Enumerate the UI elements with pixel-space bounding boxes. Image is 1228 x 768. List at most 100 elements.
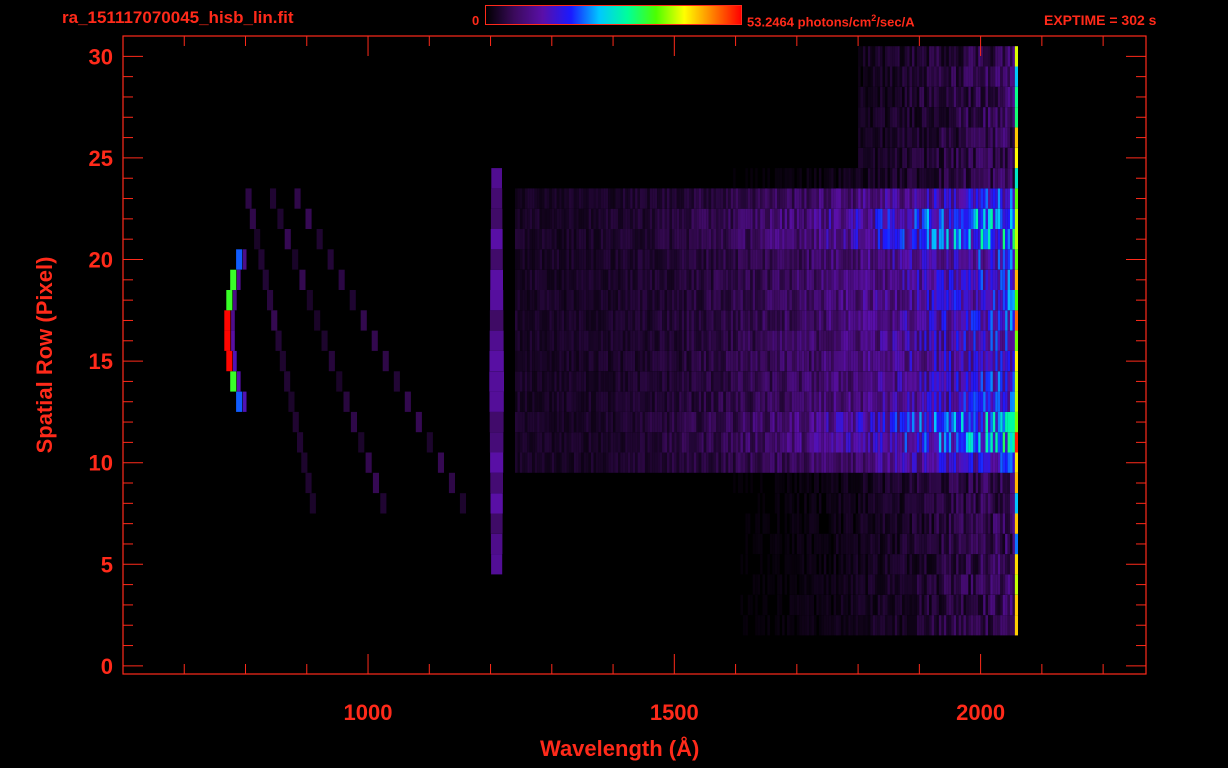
continuum-cell [595, 432, 599, 453]
continuum-cell [929, 147, 932, 169]
continuum-cell [892, 554, 895, 575]
continuum-cell [924, 269, 927, 290]
continuum-cell [809, 290, 812, 311]
continuum-cell [836, 290, 839, 311]
continuum-cell [958, 127, 962, 148]
continuum-cell [880, 615, 883, 636]
continuum-cell [696, 371, 699, 392]
continuum-cell [769, 188, 773, 209]
continuum-cell [995, 472, 998, 494]
edge-cell [1014, 168, 1018, 189]
continuum-cell [907, 615, 910, 636]
continuum-cell [988, 371, 991, 392]
continuum-cell [877, 533, 881, 555]
continuum-cell [973, 330, 976, 351]
continuum-cell [965, 147, 969, 169]
continuum-cell [894, 66, 898, 87]
continuum-cell [595, 290, 599, 311]
continuum-cell [735, 452, 739, 473]
continuum-cell [662, 249, 665, 270]
continuum-cell [542, 290, 545, 311]
continuum-cell [752, 371, 756, 392]
continuum-cell [941, 86, 944, 108]
continuum-cell [669, 432, 672, 453]
continuum-cell [880, 269, 883, 290]
continuum-cell [914, 554, 917, 575]
continuum-cell [995, 513, 998, 534]
continuum-cell [698, 229, 702, 250]
continuum-cell [615, 411, 618, 433]
continuum-cell [757, 188, 761, 209]
continuum-cell [755, 371, 758, 392]
continuum-cell [929, 493, 932, 514]
continuum-cell [515, 229, 518, 250]
continuum-cell [713, 269, 716, 290]
continuum-cell [735, 208, 739, 229]
continuum-cell [907, 533, 910, 555]
continuum-cell [909, 208, 912, 229]
continuum-cell [963, 594, 966, 616]
continuum-cell [838, 310, 841, 331]
continuum-cell [637, 310, 641, 331]
continuum-cell [850, 371, 854, 392]
x-tick-label: 1000 [344, 700, 393, 725]
continuum-cell [583, 371, 587, 392]
continuum-cell [679, 411, 682, 433]
continuum-cell [926, 615, 930, 636]
continuum-cell [995, 107, 998, 128]
continuum-cell [571, 452, 574, 473]
continuum-cell [774, 249, 778, 270]
continuum-cell [867, 107, 871, 128]
continuum-cell [899, 46, 903, 67]
continuum-cell [904, 391, 908, 412]
continuum-cell [877, 472, 881, 494]
continuum-cell [554, 188, 557, 209]
continuum-cell [965, 391, 969, 412]
continuum-cell [904, 249, 908, 270]
continuum-cell [858, 615, 861, 636]
continuum-cell [899, 452, 903, 473]
continuum-cell [583, 229, 587, 250]
continuum-cell [519, 269, 523, 290]
continuum-cell [845, 554, 849, 575]
continuum-cell [735, 269, 739, 290]
continuum-cell [747, 513, 751, 534]
continuum-cell [745, 208, 748, 229]
continuum-cell [855, 533, 859, 555]
continuum-cell [569, 391, 572, 412]
continuum-cell [811, 391, 814, 412]
continuum-cell [804, 249, 807, 270]
continuum-cell [564, 432, 567, 453]
continuum-cell [970, 188, 974, 209]
continuum-cell [618, 188, 621, 209]
continuum-cell [968, 127, 971, 148]
continuum-cell [522, 391, 525, 412]
continuum-cell [983, 86, 986, 108]
continuum-cell [522, 249, 525, 270]
continuum-cell [912, 452, 915, 473]
continuum-cell [787, 168, 790, 189]
continuum-cell [676, 350, 680, 372]
continuum-cell [706, 330, 709, 351]
continuum-cell [1007, 594, 1011, 616]
continuum-cell [806, 615, 810, 636]
continuum-cell [858, 371, 861, 392]
continuum-cell [573, 371, 577, 392]
continuum-cell [921, 310, 925, 331]
continuum-cell [689, 391, 692, 412]
continuum-cell [608, 371, 611, 392]
continuum-cell [544, 391, 547, 412]
continuum-cell [760, 290, 763, 311]
continuum-cell [598, 310, 601, 331]
continuum-cell [706, 411, 709, 433]
continuum-cell [941, 493, 944, 514]
continuum-cell [718, 330, 721, 351]
continuum-cell [926, 513, 930, 534]
continuum-cell [527, 188, 530, 209]
continuum-cell [953, 188, 957, 209]
continuum-cell [765, 452, 768, 473]
continuum-cell [794, 554, 797, 575]
continuum-cell [872, 574, 876, 595]
continuum-cell [885, 269, 888, 290]
y-tick-label: 0 [101, 654, 113, 679]
